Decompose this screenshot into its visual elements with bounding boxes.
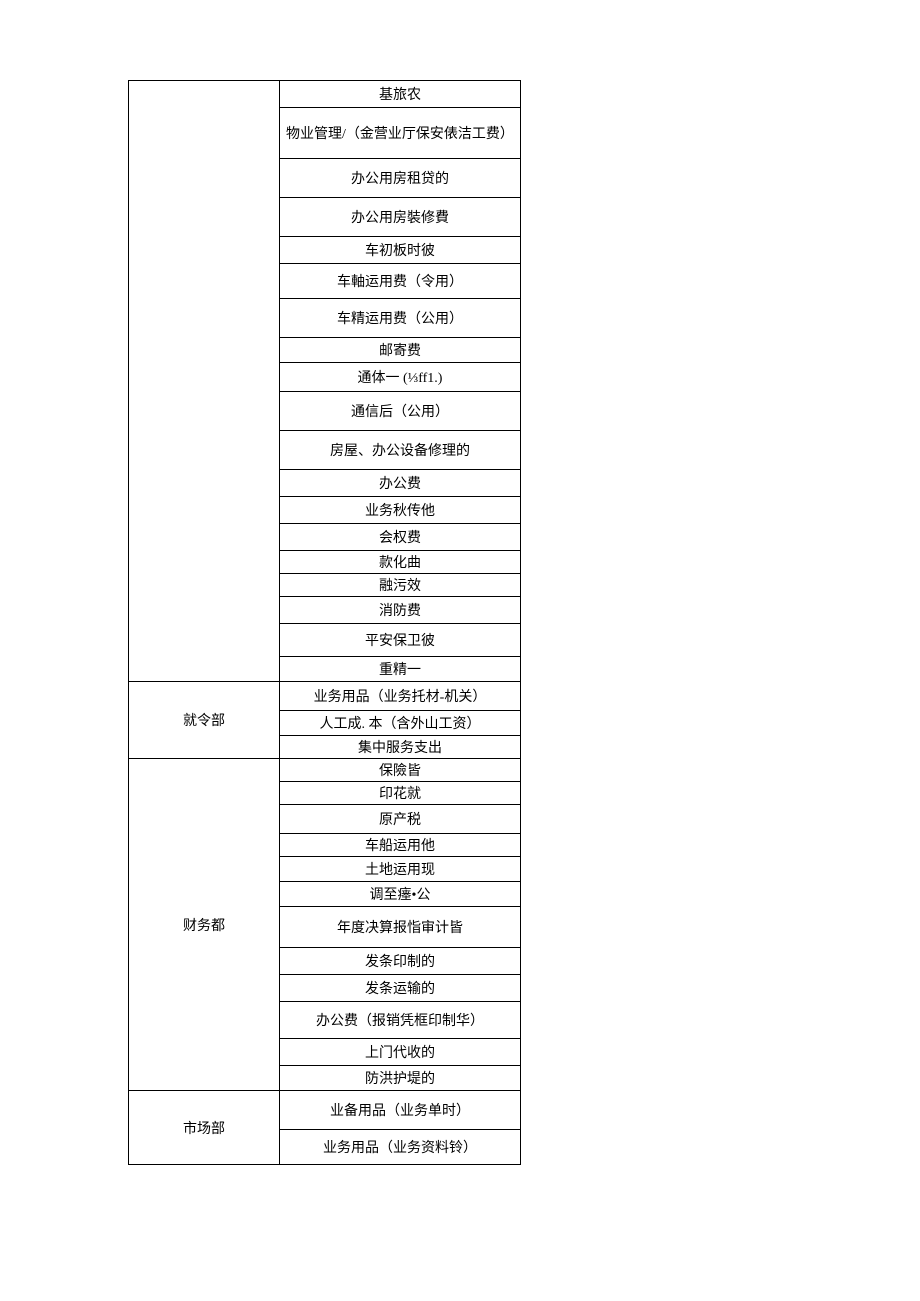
item-cell: 款化曲 bbox=[280, 551, 521, 574]
item-cell: 平安保卫彼 bbox=[280, 624, 521, 657]
item-cell: 基旅农 bbox=[280, 81, 521, 108]
item-cell: 年度决算报恉审计皆 bbox=[280, 907, 521, 948]
item-cell: 业务用品（业务资料铃） bbox=[280, 1130, 521, 1165]
item-cell: 集中服务支出 bbox=[280, 736, 521, 759]
item-cell: 办公用房裝修費 bbox=[280, 198, 521, 237]
item-cell: 保險皆 bbox=[280, 759, 521, 782]
item-cell: 上门代收的 bbox=[280, 1039, 521, 1066]
item-cell: 发条运输的 bbox=[280, 975, 521, 1002]
table-row: 就令部业务用品（业务托材-机关） bbox=[129, 682, 648, 711]
item-cell: 人工成. 本（含外山工资） bbox=[280, 711, 521, 736]
item-cell: 办公费 bbox=[280, 470, 521, 497]
group-label: 市场部 bbox=[129, 1091, 280, 1165]
item-cell: 办公用房租贷的 bbox=[280, 159, 521, 198]
item-cell: 通信后（公用） bbox=[280, 392, 521, 431]
item-cell: 调至瘗•公 bbox=[280, 882, 521, 907]
expense-table: 基旅农物业管理/（金营业厅保安俵洁工费）办公用房租贷的办公用房裝修費车初板时彼车… bbox=[128, 80, 648, 1165]
item-cell: 车軸运用费（令用） bbox=[280, 264, 521, 299]
item-cell: 车船运用他 bbox=[280, 834, 521, 857]
item-cell: 邮寄费 bbox=[280, 338, 521, 363]
table-row: 财务都保險皆 bbox=[129, 759, 648, 782]
group-label bbox=[129, 81, 280, 682]
item-cell: 业备用品（业务单时） bbox=[280, 1091, 521, 1130]
item-cell: 发条印制的 bbox=[280, 948, 521, 975]
table-row: 市场部业备用品（业务单时） bbox=[129, 1091, 648, 1130]
item-cell: 原产税 bbox=[280, 805, 521, 834]
group-label: 财务都 bbox=[129, 759, 280, 1091]
item-cell: 消防费 bbox=[280, 597, 521, 624]
table-row: 基旅农 bbox=[129, 81, 648, 108]
item-cell: 房屋、办公设备修理的 bbox=[280, 431, 521, 470]
item-cell: 车精运用费（公用） bbox=[280, 299, 521, 338]
group-label: 就令部 bbox=[129, 682, 280, 759]
item-cell: 业务用品（业务托材-机关） bbox=[280, 682, 521, 711]
item-cell: 重精一 bbox=[280, 657, 521, 682]
item-cell: 土地运用现 bbox=[280, 857, 521, 882]
item-cell: 印花就 bbox=[280, 782, 521, 805]
item-cell: 办公费（报销凭框印制华） bbox=[280, 1002, 521, 1039]
item-cell: 物业管理/（金营业厅保安俵洁工费） bbox=[280, 108, 521, 159]
item-cell: 融污效 bbox=[280, 574, 521, 597]
item-cell: 车初板时彼 bbox=[280, 237, 521, 264]
item-cell: 防洪护堤的 bbox=[280, 1066, 521, 1091]
item-cell: 会权费 bbox=[280, 524, 521, 551]
item-cell: 业务秋传他 bbox=[280, 497, 521, 524]
item-cell: 通体一 (⅓ff1.) bbox=[280, 363, 521, 392]
